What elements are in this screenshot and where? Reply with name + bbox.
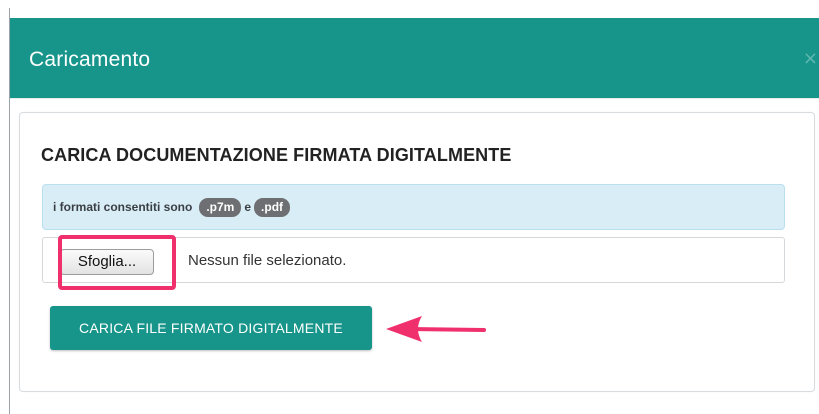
file-input[interactable]: Sfoglia... Nessun file selezionato. — [42, 237, 785, 283]
format-badge-p7m: .p7m — [199, 197, 242, 217]
allowed-formats-alert: i formati consentiti sono .p7m e .pdf — [42, 184, 785, 230]
allowed-formats-join: e — [244, 200, 252, 214]
upload-signed-file-button[interactable]: CARICA FILE FIRMATO DIGITALMENTE — [50, 306, 372, 350]
modal-title: Caricamento — [29, 48, 151, 71]
file-status-text: Nessun file selezionato. — [188, 252, 347, 269]
format-badge-pdf: .pdf — [254, 197, 291, 217]
modal-header: Caricamento × — [10, 18, 819, 98]
allowed-formats-text: i formati consentiti sono — [53, 200, 193, 214]
upload-panel: CARICA DOCUMENTAZIONE FIRMATA DIGITALMEN… — [19, 112, 815, 392]
panel-title: CARICA DOCUMENTAZIONE FIRMATA DIGITALMEN… — [41, 145, 512, 165]
browse-button[interactable]: Sfoglia... — [60, 249, 154, 275]
annotation-arrow-icon — [386, 316, 486, 342]
close-icon[interactable]: × — [803, 50, 818, 68]
